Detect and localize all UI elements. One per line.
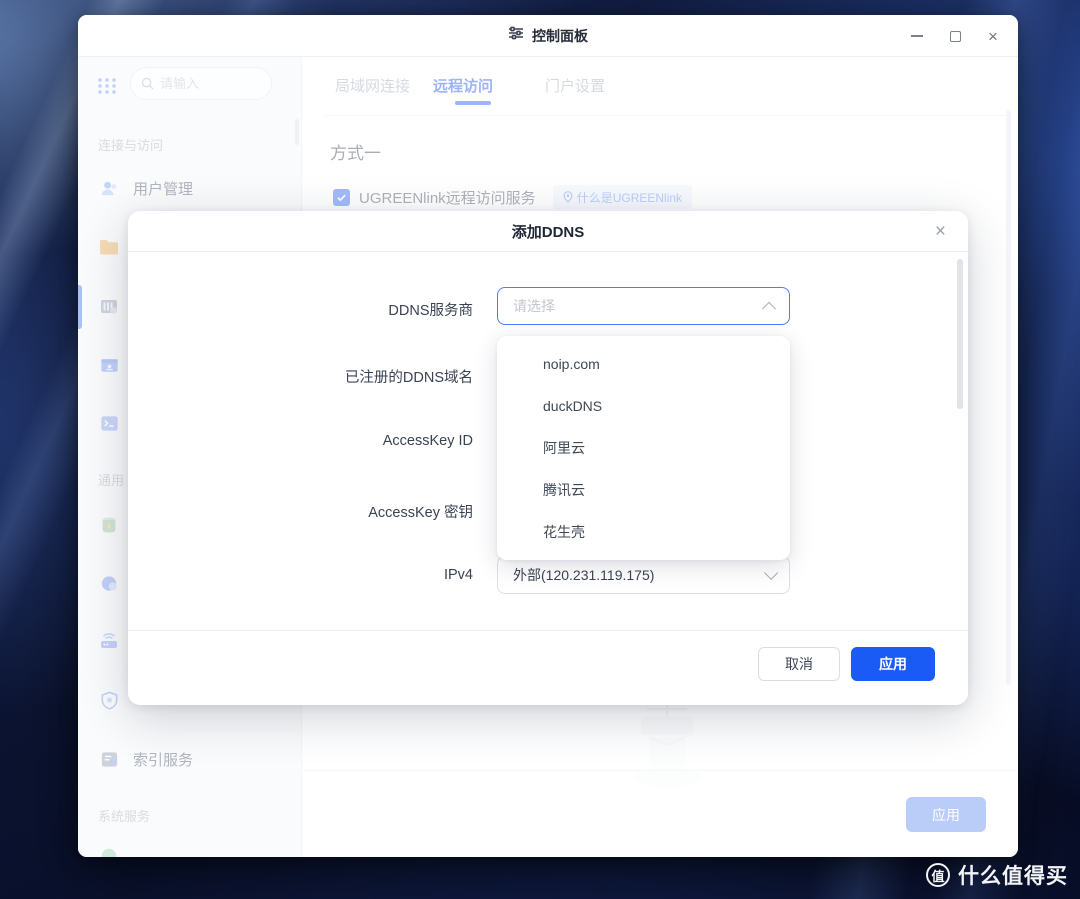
ipv4-label: IPv4 [443,567,473,583]
cancel-button[interactable]: 取消 [758,647,840,681]
dropdown-option-noip[interactable]: noip.com [497,343,790,385]
titlebar: 控制面板 × [78,15,1018,57]
modal-title: 添加DDNS [511,223,585,241]
ddns-provider-select[interactable]: 请选择 [497,287,790,325]
smzdm-watermark: 值 什么值得买 [926,860,1068,890]
maximize-icon [949,30,961,42]
ddns-domain-label: 已注册的DDNS域名 [344,370,473,386]
chevron-down-icon [764,565,779,580]
ipv4-select[interactable]: 外部(120.231.119.175) [497,556,790,594]
dropdown-option-duckdns[interactable]: duckDNS [497,385,790,427]
minimize-button[interactable] [910,29,924,43]
access-key-secret-label: AccessKey 密钥 [368,505,473,521]
minimize-icon [911,35,923,37]
chevron-up-icon [761,301,777,316]
ddns-provider-label: DDNS服务商 [388,303,473,319]
dropdown-option-tencent[interactable]: 腾讯云 [497,469,790,511]
dropdown-option-aliyun[interactable]: 阿里云 [497,427,790,469]
apply-button[interactable]: 应用 [851,647,935,681]
window-title: 控制面板 [532,27,588,44]
dropdown-option-oray[interactable]: 花生壳 [497,511,790,553]
divider [128,630,968,631]
smzdm-logo-icon: 值 [926,863,950,887]
control-panel-window: 控制面板 × 请输入 添加DDNS × DDNS服务商 请选择 已注册的DDNS… [78,15,1018,857]
close-button[interactable]: × [986,28,1000,45]
modal-scrollbar[interactable] [957,259,963,409]
add-ddns-modal: 添加DDNS × DDNS服务商 请选择 已注册的DDNS域名 AccessKe… [128,211,968,705]
sliders-icon [508,25,524,46]
provider-dropdown: noip.com duckDNS 阿里云 腾讯云 花生壳 [497,336,790,560]
smzdm-watermark-text: 什么值得买 [958,865,1068,888]
maximize-button[interactable] [948,29,962,43]
access-key-id-label: AccessKey ID [382,433,473,449]
modal-close-icon[interactable]: × [935,211,946,252]
